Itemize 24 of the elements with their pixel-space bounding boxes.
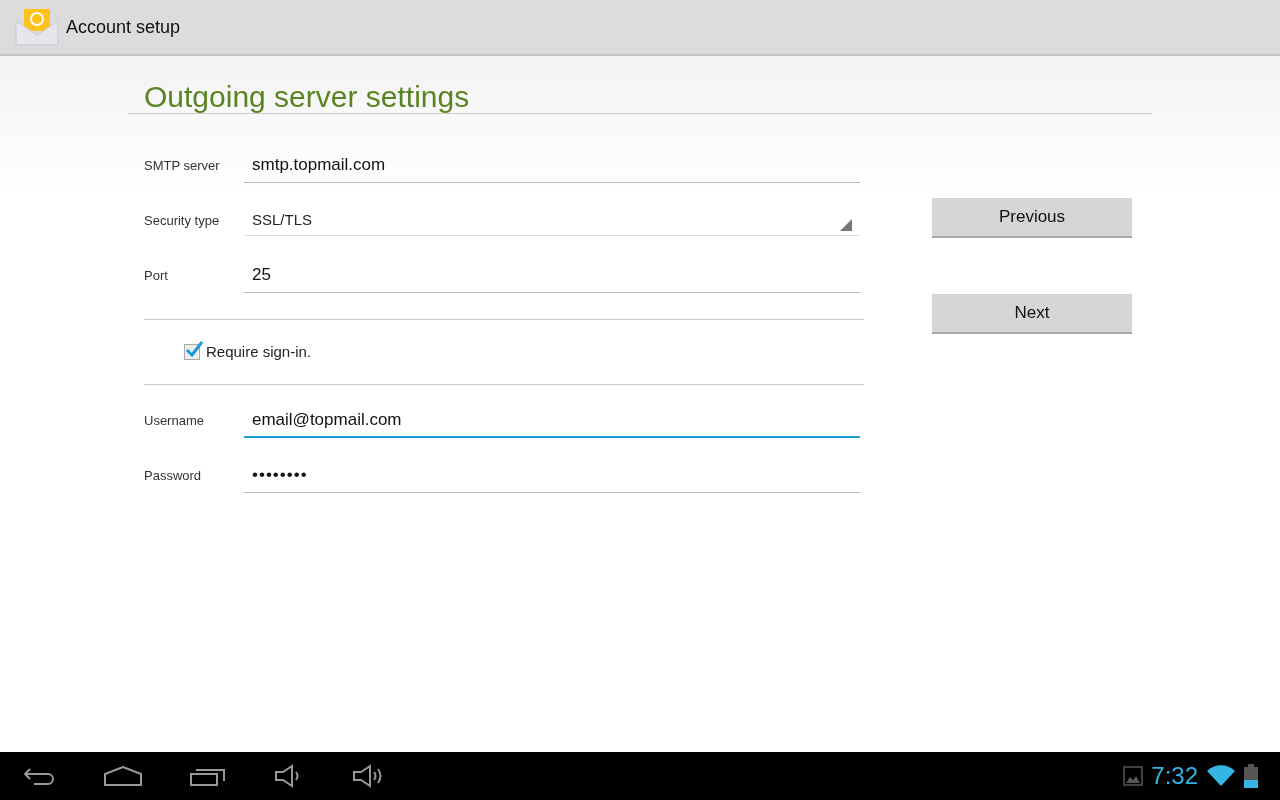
password-field[interactable]: ••••••••	[244, 458, 860, 493]
dropdown-field[interactable]: SSL/TLS	[244, 204, 860, 237]
image-icon	[1123, 766, 1144, 786]
input-field[interactable]: 25	[244, 258, 860, 293]
field-label: Security type	[144, 211, 221, 230]
home-icon[interactable]	[104, 766, 142, 786]
input-field[interactable]: smtp.topmail.com	[244, 148, 860, 183]
input-field[interactable]: email@topmail.com	[244, 402, 860, 439]
app-title: Account setup	[66, 15, 181, 39]
checkbox-label[interactable]: Require sign-in.	[206, 340, 312, 364]
recent-apps-icon[interactable]	[190, 766, 226, 786]
wifi-icon	[1206, 765, 1236, 787]
field-label: Password	[144, 466, 203, 485]
nav-button[interactable]: Previous	[932, 198, 1132, 238]
field-label: Port	[144, 266, 169, 285]
nav-button[interactable]: Next	[932, 294, 1132, 334]
clock-time: 7:32	[1151, 761, 1198, 791]
field-label: Username	[144, 411, 205, 430]
back-icon[interactable]	[22, 766, 56, 786]
field-label: SMTP server	[144, 156, 221, 175]
section-heading: Outgoing server settings	[128, 56, 1152, 114]
dropdown-triangle-icon	[840, 219, 852, 232]
battery-icon	[1244, 764, 1258, 788]
email-envelope-icon	[14, 7, 60, 47]
